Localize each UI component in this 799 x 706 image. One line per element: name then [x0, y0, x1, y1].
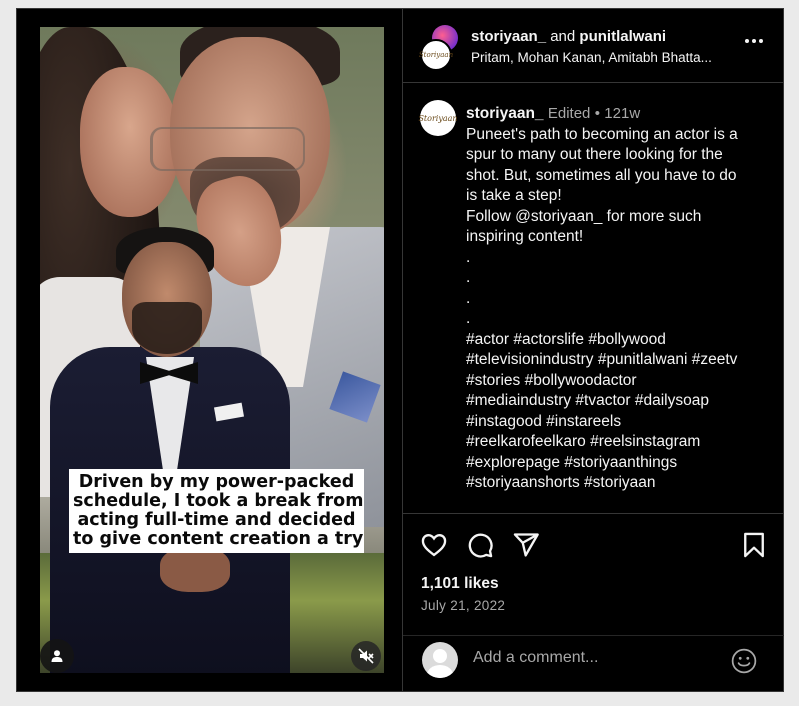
author-link[interactable]: punitlalwani: [579, 28, 666, 45]
add-comment-bar: [403, 635, 784, 693]
more-icon: [745, 39, 749, 43]
caption-comment: storiyaan_ Edited • 121w Puneet's path t…: [466, 104, 771, 494]
meta-separator: •: [594, 105, 600, 122]
caption-line: to give content creation a try: [73, 529, 364, 549]
comment-username[interactable]: storiyaan_: [466, 105, 544, 122]
user-tag-icon: [51, 650, 63, 662]
comment-line: .: [466, 310, 471, 327]
caption-line: schedule, I took a break from: [73, 491, 364, 511]
hashtag-line[interactable]: #storiyaanshorts #storiyaan: [466, 473, 771, 494]
video-caption-overlay: Driven by my power-packed schedule, I to…: [69, 469, 364, 553]
hashtag-line[interactable]: #explorepage #storiyaanthings: [466, 453, 771, 474]
post-header: Storiyaan storiyaan_ and punitlalwani Pr…: [403, 9, 784, 83]
comments-section[interactable]: Storiyaan storiyaan_ Edited • 121w Punee…: [403, 83, 784, 514]
comment-icon[interactable]: [466, 531, 494, 559]
hashtag-line[interactable]: #mediaindustry #tvactor #dailysoap: [466, 391, 771, 412]
likes-count[interactable]: 1,101 likes: [421, 575, 499, 593]
comment-line: .: [466, 289, 471, 307]
more-options-button[interactable]: [745, 39, 763, 43]
collab-avatars[interactable]: Storiyaan: [419, 25, 460, 71]
avatar: Storiyaan: [419, 39, 453, 71]
hashtag-line[interactable]: #instagood #instareels: [466, 412, 771, 433]
edited-label: Edited: [547, 105, 591, 122]
hashtag-line[interactable]: #stories #bollywoodactor: [466, 371, 771, 392]
audio-link[interactable]: Pritam, Mohan Kanan, Amitabh Bhatta...: [471, 50, 741, 65]
caption-line: Driven by my power-packed: [78, 472, 355, 492]
comment-line: .: [466, 269, 471, 286]
post-dialog: Driven by my power-packed schedule, I to…: [16, 8, 784, 692]
post-actions: 1,101 likes July 21, 2022: [403, 514, 784, 634]
comment-line: spur to many out there looking for the: [466, 146, 723, 163]
caption-line: acting full-time and decided: [77, 510, 356, 530]
hashtag-line[interactable]: #reelkarofeelkaro #reelsinstagram: [466, 432, 771, 453]
hashtag-line[interactable]: #televisionindustry #punitlalwani #zeetv: [466, 350, 771, 371]
post-date: July 21, 2022: [421, 598, 506, 613]
comment-line: is take a step!: [466, 187, 562, 204]
heart-icon[interactable]: [420, 531, 448, 559]
mute-button[interactable]: [351, 641, 381, 671]
comment-age: 121w: [604, 105, 641, 122]
comment-line: Puneet's path to becoming an actor is a: [466, 125, 738, 143]
comment-line: Follow @storiyaan_ for more such: [466, 207, 702, 225]
emoji-icon[interactable]: [731, 648, 757, 674]
reel-video[interactable]: Driven by my power-packed schedule, I to…: [40, 27, 384, 673]
post-authors: storiyaan_ and punitlalwani: [471, 28, 666, 45]
author-link[interactable]: storiyaan_: [471, 28, 546, 45]
comment-line: inspiring content!: [466, 228, 584, 245]
muted-speaker-icon: [358, 648, 374, 664]
comment-input[interactable]: [473, 649, 703, 667]
comment-line: shot. But, sometimes all you have to do: [466, 166, 737, 184]
comment-line: .: [466, 248, 471, 266]
avatar[interactable]: Storiyaan: [418, 100, 458, 136]
tagged-users-button[interactable]: [40, 639, 74, 673]
avatar: [422, 642, 458, 678]
hashtag-line[interactable]: #actor #actorslife #bollywood: [466, 330, 771, 351]
bookmark-icon[interactable]: [740, 531, 768, 559]
authors-conjunction: and: [550, 28, 576, 45]
send-icon[interactable]: [512, 531, 540, 559]
